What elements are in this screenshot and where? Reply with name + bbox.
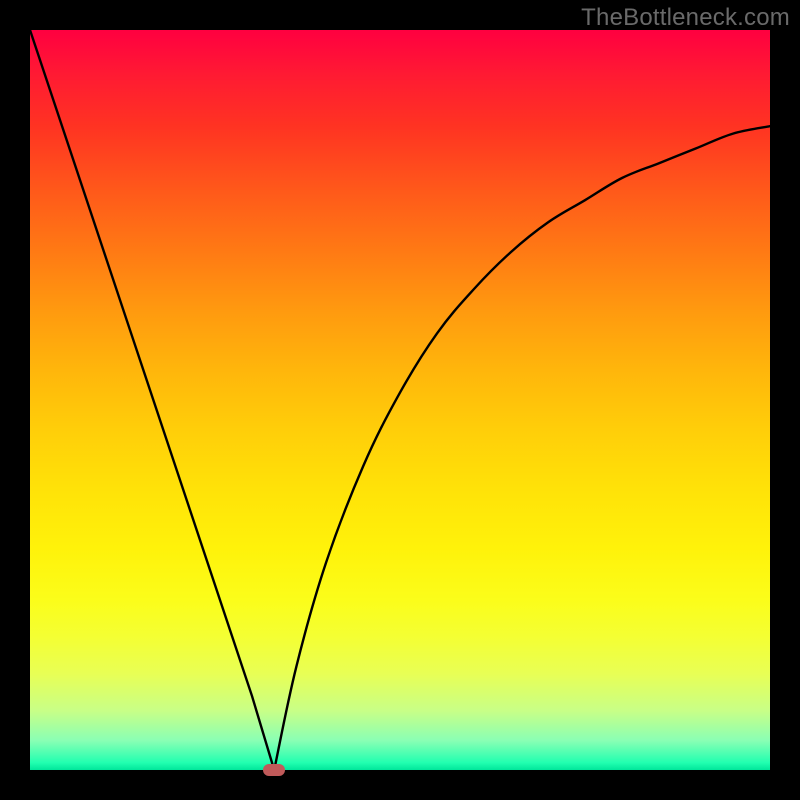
watermark-text: TheBottleneck.com: [581, 4, 790, 32]
plot-area: [30, 30, 770, 770]
bottleneck-curve: [30, 30, 770, 770]
chart-frame: TheBottleneck.com: [0, 0, 800, 800]
min-marker: [263, 764, 285, 776]
curve-path: [30, 30, 770, 770]
